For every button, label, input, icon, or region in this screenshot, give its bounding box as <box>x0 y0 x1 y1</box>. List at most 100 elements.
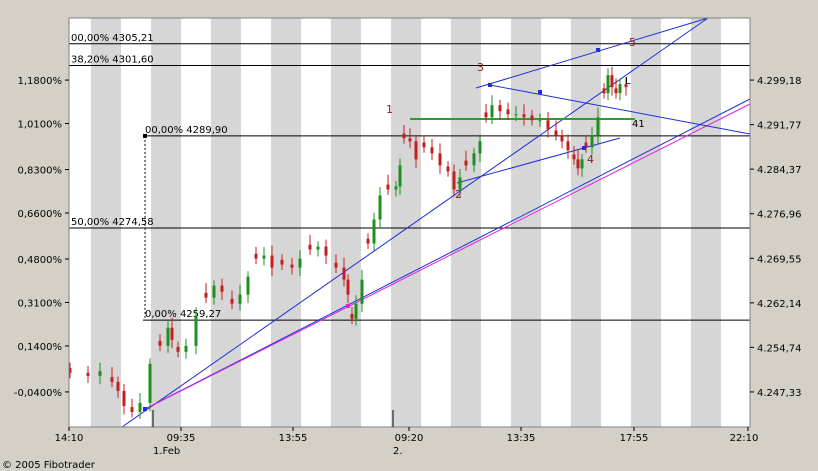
candle-body <box>560 135 564 142</box>
candle-body <box>176 347 180 352</box>
candle-body <box>538 120 542 122</box>
left-tick-label: 0,4800% <box>18 255 63 266</box>
date-label: 2. <box>393 446 403 457</box>
candle-body <box>334 262 338 268</box>
candle-body <box>478 141 482 154</box>
candle-body <box>130 407 134 412</box>
wave-label: 1 <box>386 103 393 116</box>
annotation-label: 41 <box>632 119 645 130</box>
date-label: 1.Feb <box>153 446 180 457</box>
candle-body <box>546 120 550 130</box>
right-tick-label: 4.276,96 <box>757 210 802 221</box>
anchor-point <box>488 83 492 87</box>
candle-body <box>158 340 162 346</box>
time-band <box>391 18 421 427</box>
right-tick-label: 4.284,37 <box>757 165 802 176</box>
candle-body <box>138 402 142 412</box>
wave-label: 3 <box>477 61 484 74</box>
x-tick-label: 17:55 <box>620 433 649 444</box>
candle-body <box>530 115 534 121</box>
candle-body <box>464 160 468 166</box>
candle-body <box>554 130 558 136</box>
candle-body <box>316 246 320 250</box>
candle-body <box>522 114 526 118</box>
candle-body <box>308 244 312 250</box>
candle-body <box>452 171 456 190</box>
right-tick-label: 4.291,77 <box>757 121 802 132</box>
candle-body <box>170 327 174 340</box>
right-tick-label: 4.269,55 <box>757 254 802 265</box>
candle-body <box>184 345 188 352</box>
wave-label: 2 <box>455 188 462 201</box>
candle-body <box>408 138 412 142</box>
candle-body <box>414 141 418 160</box>
candle-body <box>270 255 274 268</box>
candle-body <box>422 142 426 148</box>
anchor-point <box>596 48 600 52</box>
candle-body <box>606 75 610 94</box>
candle-body <box>212 285 216 298</box>
fib-label: 00,00% 4305,21 <box>71 33 154 44</box>
candle-body <box>372 219 376 244</box>
left-tick-label: 0,8300% <box>18 166 63 177</box>
time-band <box>451 18 481 427</box>
candle-body <box>220 285 224 292</box>
time-band <box>271 18 301 427</box>
fib-label: 38,20% 4301,60 <box>71 55 154 66</box>
wave-label: 4 <box>587 153 594 166</box>
right-tick-label: 4.254,74 <box>757 343 802 354</box>
candle-body <box>614 88 618 94</box>
annotation-label: L <box>625 76 631 87</box>
right-tick-label: 4.262,14 <box>757 299 802 310</box>
time-band <box>151 18 181 427</box>
candle-body <box>398 165 402 187</box>
right-tick-label: 4.247,33 <box>757 388 802 399</box>
candle-body <box>514 114 518 116</box>
fib-handle <box>143 133 147 138</box>
candle-body <box>566 141 570 151</box>
candle-body <box>618 84 622 94</box>
fib-label: 00,00% 4289,90 <box>145 125 228 136</box>
time-band <box>331 18 361 427</box>
candle-body <box>366 238 370 244</box>
candle-body <box>610 75 614 88</box>
candle-body <box>402 133 406 139</box>
anchor-point <box>582 146 586 150</box>
candle-body <box>298 258 302 268</box>
candle-body <box>342 267 346 280</box>
candle-body <box>350 313 354 319</box>
candle-body <box>346 279 350 295</box>
candle-body <box>122 390 126 406</box>
candle-body <box>484 112 488 118</box>
candle-body <box>438 153 442 166</box>
candle-body <box>254 253 258 259</box>
left-tick-label: -0,0400% <box>14 388 62 399</box>
x-tick-label: 22:10 <box>730 433 759 444</box>
candle-body <box>576 159 580 169</box>
candle-body <box>246 276 250 295</box>
x-tick-label: 13:35 <box>507 433 536 444</box>
time-band <box>631 18 661 427</box>
time-band <box>571 18 601 427</box>
candle-body <box>86 372 90 376</box>
candle-body <box>116 381 120 391</box>
candle-body <box>262 255 266 259</box>
x-tick-label: 09:35 <box>167 433 196 444</box>
candle-body <box>324 246 328 256</box>
candle-body <box>238 294 242 304</box>
left-tick-label: 0,3100% <box>18 298 63 309</box>
left-tick-label: 0,6600% <box>18 209 63 220</box>
candle-body <box>498 105 502 112</box>
candle-body <box>572 154 576 160</box>
candle-body <box>430 147 434 154</box>
fib-label: 0,00% 4259,27 <box>145 309 221 320</box>
candle-body <box>148 363 152 403</box>
candle-body <box>506 109 510 115</box>
candle-body <box>596 117 600 136</box>
candle-body <box>110 377 114 382</box>
anchor-point <box>538 90 542 94</box>
candle-body <box>166 327 170 346</box>
right-tick-label: 4.299,18 <box>757 76 802 87</box>
candle-body <box>290 264 294 268</box>
candle-body <box>98 371 102 376</box>
